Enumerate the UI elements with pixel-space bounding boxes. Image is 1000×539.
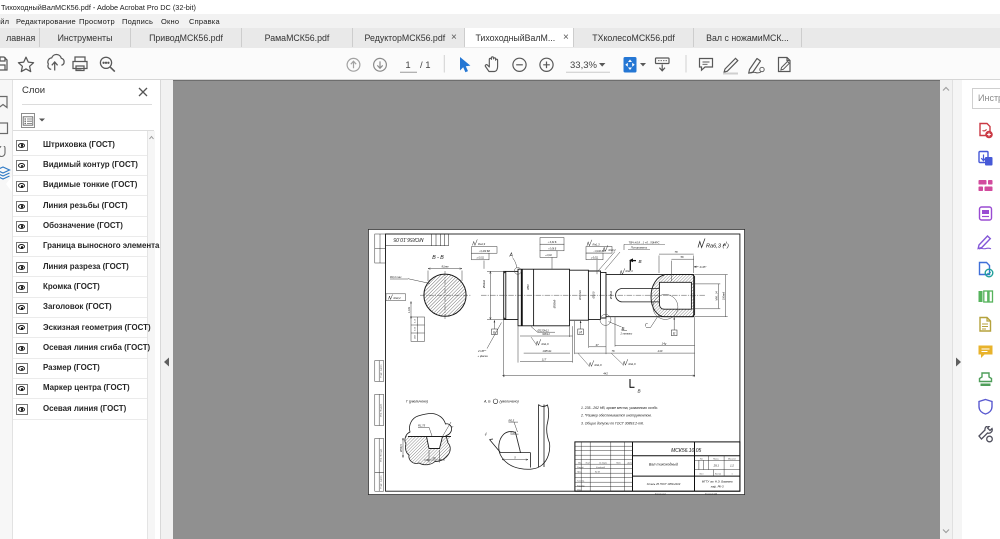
svg-text:78: 78 [674, 250, 678, 254]
svg-text:1: 1 [731, 474, 732, 476]
svg-text:В - В: В - В [432, 255, 444, 261]
svg-text:91мм: 91мм [442, 265, 449, 269]
svg-text:2×45°*: 2×45°* [477, 349, 487, 353]
svg-text:⟂ 0,04 Б: ⟂ 0,04 Б [548, 241, 557, 244]
svg-text:37: 37 [595, 343, 599, 347]
svg-text:R0,5: R0,5 [509, 419, 515, 423]
svg-text:Ra1,6: Ra1,6 [542, 342, 550, 346]
svg-text:Ø100: Ø100 [592, 291, 596, 299]
svg-text:Дата: Дата [627, 463, 633, 465]
svg-text:Вал тихоходный: Вал тихоходный [649, 463, 678, 467]
svg-text:⌖ 0,08 Б: ⌖ 0,08 Б [548, 248, 557, 251]
svg-text:Ra1,3: Ra1,3 [626, 269, 634, 273]
svg-text:2 канавки: 2 канавки [620, 332, 633, 336]
svg-text:R1,75: R1,75 [418, 424, 426, 428]
svg-text:Ø90: Ø90 [526, 284, 530, 291]
svg-text:Ra6,3 (: Ra6,3 ( [706, 244, 725, 250]
svg-text:Масса: Масса [713, 459, 718, 461]
svg-text:⌀ 0,02: ⌀ 0,02 [545, 254, 552, 257]
svg-text:М56...34: М56...34 [715, 291, 718, 301]
svg-text:14g: 14g [662, 342, 667, 346]
svg-text:Листов: Листов [715, 474, 721, 476]
svg-text:Ra1,6: Ra1,6 [595, 363, 603, 367]
svg-text:№ докум.: № докум. [599, 462, 608, 465]
svg-text:Ra1,3: Ra1,3 [593, 243, 601, 247]
svg-text:В: В [639, 259, 642, 264]
svg-text:/ 1: / 1 [420, 60, 431, 71]
svg-text:4×45°: 4×45° [700, 265, 707, 269]
svg-text:Утв.: Утв. [577, 490, 582, 492]
svg-text:Т.контр.: Т.контр. [577, 481, 585, 483]
svg-text:Инв. № дубл.: Инв. № дубл. [380, 403, 383, 417]
svg-text:Подп. и дата: Подп. и дата [381, 364, 383, 378]
svg-text:Б: Б [622, 326, 625, 331]
svg-text:Ø95h9: Ø95h9 [553, 300, 557, 310]
svg-text:Инв. № подл.: Инв. № подл. [380, 448, 383, 462]
svg-text:Формат А3: Формат А3 [705, 493, 718, 496]
svg-text:Лист: Лист [585, 463, 591, 465]
svg-text:⌀ 0,011: ⌀ 0,011 [476, 257, 484, 260]
svg-text:76: 76 [611, 349, 615, 353]
svg-text:210: 210 [657, 349, 663, 353]
svg-text:Пров.: Пров. [577, 472, 582, 474]
svg-text:28: 28 [432, 456, 436, 460]
svg-text:МСК56.10.05: МСК56.10.05 [671, 448, 701, 454]
svg-text:(увеличено): (увеличено) [500, 400, 519, 404]
svg-text:Полировать: Полировать [631, 246, 648, 250]
svg-text:МГТУ им. Н.Э. Баумана: МГТУ им. Н.Э. Баумана [702, 480, 733, 484]
svg-text:Ø110к6: Ø110к6 [578, 290, 582, 301]
svg-text:Ra1,6: Ra1,6 [629, 362, 637, 366]
svg-text:Фу М.: Фу М. [595, 471, 601, 474]
svg-text:100мк6: 100мк6 [723, 292, 726, 301]
svg-text:МСК56.10.05: МСК56.10.05 [393, 236, 423, 242]
svg-text:108h11: 108h11 [542, 349, 552, 353]
svg-text:3. Общие допуски по ГОСТ 30893: 3. Общие допуски по ГОСТ 30893.2-тК. [581, 422, 644, 426]
svg-text:R0,4 max: R0,4 max [390, 275, 402, 279]
svg-text:Ø58к6: Ø58к6 [609, 291, 613, 301]
svg-text:Сталь 45 ГОСТ 1050-2013: Сталь 45 ГОСТ 1050-2013 [647, 482, 681, 486]
svg-text:29,1: 29,1 [713, 464, 720, 468]
svg-text:Масштаб: Масштаб [728, 459, 736, 461]
svg-text:Г (увеличено): Г (увеличено) [406, 400, 428, 404]
svg-text:Лист: Лист [699, 474, 703, 476]
svg-text:56: 56 [680, 255, 684, 259]
svg-text:Ø58,5: Ø58,5 [399, 444, 403, 453]
svg-text:Подп. и дата: Подп. и дата [381, 475, 383, 489]
svg-text:Хлыбов А.: Хлыбов А. [595, 466, 606, 469]
svg-text:каф. РК-3: каф. РК-3 [711, 485, 724, 489]
svg-text:1,019: 1,019 [408, 307, 411, 314]
svg-text:Лит.: Лит. [700, 459, 704, 461]
svg-text:33,3%: 33,3% [570, 60, 597, 71]
svg-text:1. 235...262 НВ, кроме места,: 1. 235...262 НВ, кроме места, указанного… [581, 406, 658, 410]
svg-text:1:2: 1:2 [730, 464, 734, 468]
svg-text:Ra1,9: Ra1,9 [478, 242, 486, 246]
svg-text:2. *Размер обеспечивается инст: 2. *Размер обеспечивается инструментом. [580, 414, 652, 418]
svg-text:Ra0,2: Ra0,2 [609, 248, 617, 252]
svg-text:+ фаска: + фаска [478, 354, 489, 358]
svg-text:5°: 5° [451, 426, 453, 429]
svg-text:В: В [638, 389, 641, 394]
svg-text:Ø63к6: Ø63к6 [482, 280, 486, 290]
svg-text:): ) [726, 244, 729, 250]
svg-text:Разраб.: Разраб. [577, 467, 584, 469]
svg-text:117: 117 [542, 358, 547, 362]
svg-text:⌖ 0,100 БИ: ⌖ 0,100 БИ [479, 250, 491, 253]
svg-text:Копировал: Копировал [655, 494, 667, 496]
svg-text:R1,6: R1,6 [511, 431, 517, 435]
svg-text:Изм.: Изм. [578, 463, 583, 465]
svg-text:Ra3,2: Ra3,2 [394, 296, 402, 300]
svg-text:90h11: 90h11 [542, 332, 550, 336]
svg-text:ТВЧ h0,8...1 +0...50HRC: ТВЧ h0,8...1 +0...50HRC [629, 241, 661, 245]
svg-text:442: 442 [603, 372, 608, 376]
svg-text:А, Б: А, Б [483, 400, 491, 404]
svg-text:Н.контр.: Н.контр. [577, 486, 585, 488]
svg-text:Ø120h11: Ø120h11 [537, 329, 550, 333]
svg-text:1: 1 [405, 60, 410, 71]
svg-text:⌀ 0,011: ⌀ 0,011 [591, 257, 599, 260]
svg-text:Подп.: Подп. [616, 462, 622, 465]
